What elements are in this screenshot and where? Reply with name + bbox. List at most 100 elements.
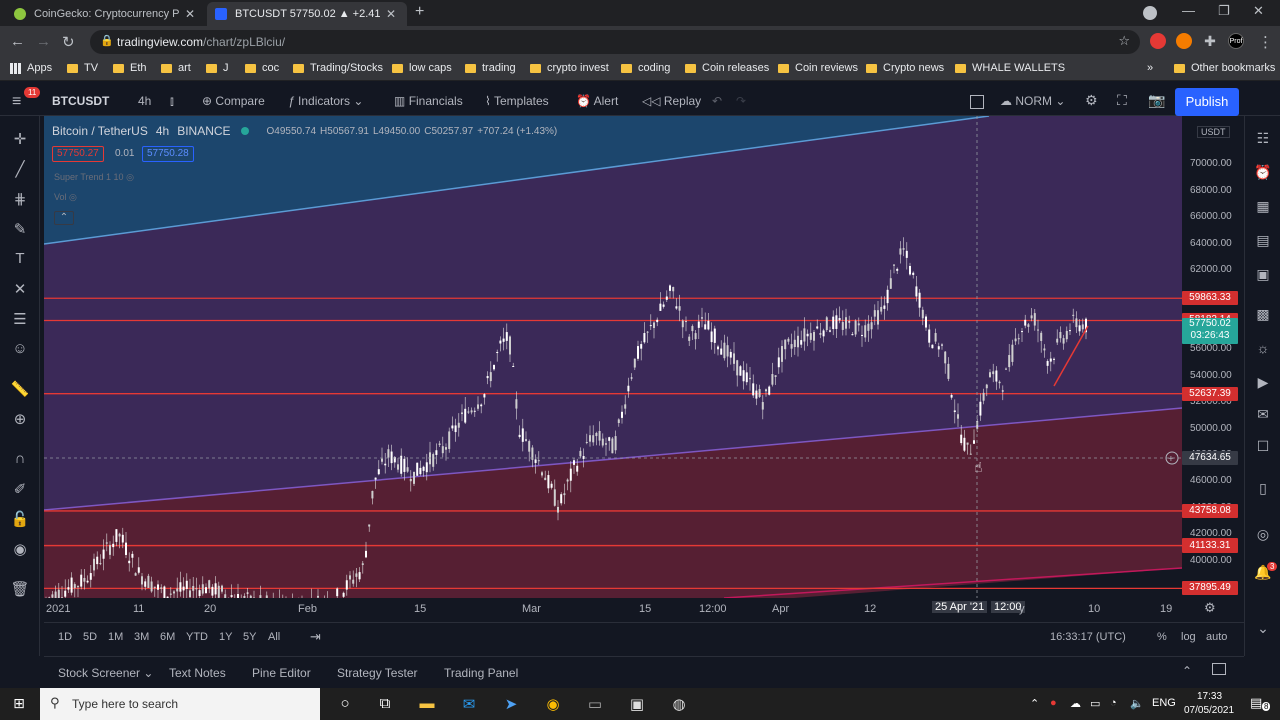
brush-icon[interactable]: ✎ [10, 220, 30, 238]
more-bookmarks-button[interactable]: » [1147, 62, 1153, 74]
signal-icon[interactable]: ◎ [1253, 526, 1273, 543]
profile-download-icon[interactable] [1143, 6, 1157, 20]
compare-button[interactable]: ⊕ Compare [202, 94, 265, 108]
ruler-icon[interactable]: 📏 [10, 380, 30, 398]
tray-chevron-icon[interactable]: ⌃ [1030, 697, 1039, 710]
hidden-eye-icon[interactable]: ◎ [126, 172, 134, 182]
ideas-bulb-icon[interactable]: ☼ [1253, 340, 1273, 356]
bookmark-folder[interactable]: Trading/Stocks [293, 62, 383, 74]
stay-in-drawing-icon[interactable]: ✐ [10, 480, 30, 498]
forward-icon[interactable]: → [36, 33, 51, 50]
indicator-supertrend[interactable]: Super Trend 1 10 ◎ [54, 172, 134, 183]
crosshair-icon[interactable]: ✛ [10, 130, 30, 148]
chats-icon[interactable]: ✉ [1253, 406, 1273, 423]
bookmark-folder[interactable]: TV [67, 62, 98, 74]
task-view-icon[interactable]: ⧉ [374, 695, 396, 712]
mail-app-icon[interactable]: ✉ [458, 695, 480, 713]
windows-start-icon[interactable]: ⊞ [8, 695, 30, 712]
close-tab-icon[interactable]: ✕ [185, 7, 195, 21]
reload-icon[interactable]: ↻ [62, 33, 75, 51]
battery-icon[interactable]: ▭ [1090, 697, 1100, 710]
emoji-icon[interactable]: ☺ [10, 340, 30, 357]
hotlists-icon[interactable]: ▩ [1253, 306, 1273, 323]
help-chevron-icon[interactable]: ⌄ [1253, 620, 1273, 637]
back-icon[interactable]: ← [10, 33, 25, 50]
telegram-icon[interactable]: ➤ [500, 695, 522, 713]
fullscreen-frame-icon[interactable] [970, 95, 984, 109]
action-center-icon[interactable]: ▤ [1250, 695, 1262, 711]
tab-stock-screener[interactable]: Stock Screener ⌄ [58, 666, 153, 680]
prediction-icon[interactable]: ☰ [10, 310, 30, 328]
alerts-clock-icon[interactable]: ⏰ [1253, 164, 1273, 181]
minimize-icon[interactable]: — [1182, 3, 1195, 18]
tab-coingecko[interactable]: CoinGecko: Cryptocurrency Price ✕ [6, 2, 206, 26]
watchlist-icon[interactable]: ☷ [1253, 130, 1273, 147]
taskbar-time[interactable]: 17:33 [1197, 691, 1222, 702]
utc-clock[interactable]: 16:33:17 (UTC) [1050, 631, 1126, 643]
media-app-icon[interactable]: ▣ [626, 695, 648, 713]
sell-price-button[interactable]: 57750.27 [52, 146, 104, 162]
extensions-puzzle-icon[interactable]: ✚ [1202, 33, 1218, 49]
indicator-volume[interactable]: Vol ◎ [54, 192, 77, 203]
financials-button[interactable]: ▥ Financials [394, 94, 463, 108]
bookmark-folder[interactable]: Coin reviews [778, 62, 858, 74]
pattern-icon[interactable]: ✕ [10, 280, 30, 298]
data-window-icon[interactable]: ▦ [1253, 198, 1273, 215]
symbol-name[interactable]: Bitcoin / TetherUS [52, 124, 148, 138]
trash-icon[interactable]: 🗑 [10, 580, 30, 598]
hidden-eye-icon[interactable]: ◎ [69, 192, 77, 202]
redo-icon[interactable]: ↷ [736, 94, 746, 108]
percent-toggle[interactable]: % [1157, 631, 1167, 643]
symbol-search[interactable]: BTCUSDT [52, 94, 109, 108]
tab-trading-panel[interactable]: Trading Panel [444, 666, 518, 680]
go-to-date-icon[interactable]: ⇥ [310, 629, 321, 645]
currency-label[interactable]: USDT [1197, 126, 1230, 138]
tab-pine-editor[interactable]: Pine Editor [252, 666, 311, 680]
range-ytd[interactable]: YTD [186, 631, 208, 643]
tab-text-notes[interactable]: Text Notes [169, 666, 226, 680]
bookmark-folder[interactable]: Coin releases [685, 62, 769, 74]
range-1d[interactable]: 1D [58, 631, 72, 643]
axis-settings-gear-icon[interactable]: ⚙ [1204, 600, 1216, 616]
trend-line-icon[interactable]: ╱ [10, 160, 30, 178]
streams-icon[interactable]: ▶ [1253, 374, 1273, 391]
bookmark-folder[interactable]: crypto invest [530, 62, 609, 74]
hide-drawings-icon[interactable]: ◉ [10, 540, 30, 558]
tray-network-icon[interactable]: ☁ [1070, 697, 1081, 710]
magnet-icon[interactable]: ∩ [10, 450, 30, 467]
collapse-legend-button[interactable]: ⌃ [54, 211, 74, 225]
hamburger-menu-icon[interactable]: ≡ [12, 93, 21, 111]
chat-bubble-icon[interactable]: ☐ [1253, 438, 1273, 455]
bookmark-folder[interactable]: Crypto news [866, 62, 944, 74]
layout-selector[interactable]: ☁ NORM ⌄ [1000, 94, 1065, 108]
maximize-panel-icon[interactable] [1212, 663, 1226, 675]
candle-type-icon[interactable]: ⫾ [170, 94, 174, 109]
buy-price-button[interactable]: 57750.28 [142, 146, 194, 162]
tab-strategy-tester[interactable]: Strategy Tester [337, 666, 417, 680]
interval-selector[interactable]: 4h [138, 94, 151, 108]
obs-icon[interactable]: ◍ [668, 695, 690, 713]
profile-avatar-icon[interactable]: Prof [1228, 33, 1244, 49]
range-1y[interactable]: 1Y [219, 631, 232, 643]
wifi-icon[interactable]: ◔ [1110, 697, 1117, 709]
alert-button[interactable]: ⏰ Alert [576, 94, 618, 108]
close-tab-icon[interactable]: ✕ [386, 7, 396, 21]
price-chart[interactable]: + ☝ [44, 116, 1244, 606]
bookmark-folder[interactable]: J [206, 62, 229, 74]
close-window-icon[interactable]: ✕ [1253, 3, 1264, 19]
extension-fox-icon[interactable] [1176, 33, 1192, 49]
publish-button[interactable]: Publish [1175, 88, 1239, 116]
bookmark-folder[interactable]: coc [245, 62, 279, 74]
range-5d[interactable]: 5D [83, 631, 97, 643]
maximize-icon[interactable]: ❐ [1218, 3, 1230, 19]
other-bookmarks[interactable]: Other bookmarks [1174, 62, 1275, 74]
templates-button[interactable]: ⌇ Templates [485, 94, 549, 108]
chrome-taskbar-icon[interactable]: ◉ [542, 695, 564, 713]
range-6m[interactable]: 6M [160, 631, 175, 643]
replay-button[interactable]: ◁◁ Replay [642, 94, 701, 108]
bookmark-folder[interactable]: low caps [392, 62, 452, 74]
bookmark-folder[interactable]: Eth [113, 62, 147, 74]
tab-tradingview[interactable]: BTCUSDT 57750.02 ▲ +2.41% N ✕ [207, 2, 407, 26]
new-tab-icon[interactable]: + [415, 3, 424, 21]
language-indicator[interactable]: ENG [1152, 697, 1176, 709]
